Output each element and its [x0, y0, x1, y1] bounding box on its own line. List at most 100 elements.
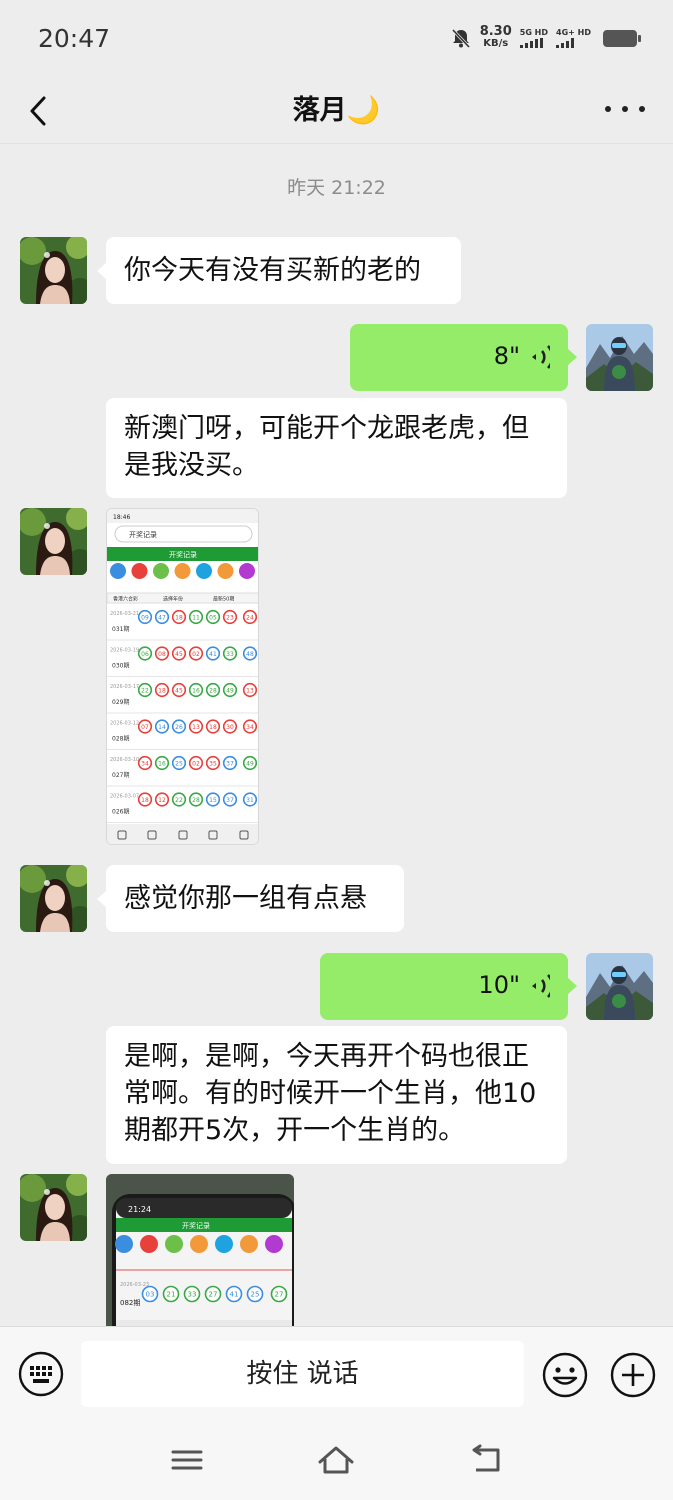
status-bar: 20:47 8.30 KB/s 5G HD 4G+ HD: [0, 0, 673, 78]
outgoing-voice-message[interactable]: 10": [320, 953, 577, 1020]
shot-ball-number: 16: [158, 760, 166, 767]
shot-ball-number: 07: [141, 724, 149, 731]
shot-ball-number: 31: [246, 797, 254, 804]
shot-row-issue: 027期: [112, 771, 129, 779]
shot-ball-number: 34: [246, 724, 254, 731]
my-avatar-image: [586, 324, 653, 391]
shot-ball-number: 23: [226, 614, 234, 621]
shot-ball-number: 34: [141, 760, 149, 767]
shot-menu-icon: [131, 563, 148, 579]
photo-menu-icon: [140, 1235, 158, 1253]
shot-ball-number: 41: [209, 651, 217, 658]
status-icons: 8.30 KB/s 5G HD 4G+ HD: [450, 25, 641, 50]
photo-menu-icon: [240, 1235, 258, 1253]
transcript-text: 是啊，是啊，今天再开个码也很正常啊。有的时候开一个生肖，他10期都开5次，开一个…: [124, 1041, 537, 1146]
shot-ball-number: 26: [175, 724, 183, 731]
voice-wave-icon: [532, 344, 550, 369]
outgoing-voice-message[interactable]: 8": [350, 324, 577, 391]
sim1-label: 5G HD: [519, 28, 549, 37]
transcript-text: 新澳门呀，可能开个龙跟老虎，但是我没买。: [124, 413, 529, 481]
shot-row-date: 2026-03-17: [110, 684, 139, 690]
shot-ball-number: 45: [175, 687, 183, 694]
contact-avatar[interactable]: [20, 508, 87, 575]
back-nav-button[interactable]: [466, 1442, 506, 1478]
recent-apps-button[interactable]: [167, 1442, 207, 1478]
back-nav-icon: [472, 1444, 500, 1472]
more-functions-button[interactable]: [609, 1351, 657, 1399]
shot-ball-number: 30: [226, 724, 234, 731]
incoming-message[interactable]: 感觉你那一组有点悬: [97, 865, 404, 932]
photo-menu-icon: [215, 1235, 233, 1253]
shot-ball-number: 18: [175, 614, 183, 621]
shot-ball-number: 02: [192, 760, 200, 767]
photo-title: 开奖记录: [182, 1221, 210, 1230]
net-speed-unit: KB/s: [483, 38, 509, 49]
more-button[interactable]: [605, 94, 645, 124]
shot-row-date: 2026-03-19: [110, 648, 139, 654]
contact-avatar[interactable]: [20, 237, 87, 304]
voice-wave-icon: [532, 973, 550, 998]
contact-avatar[interactable]: [20, 865, 87, 932]
my-avatar[interactable]: [586, 953, 653, 1020]
hold-to-talk-button[interactable]: 按住 说话: [81, 1341, 524, 1407]
voice-transcript[interactable]: 是啊，是啊，今天再开个码也很正常啊。有的时候开一个生肖，他10期都开5次，开一个…: [106, 1026, 567, 1164]
shot-title: 开奖记录: [169, 550, 197, 559]
shot-ball-number: 13: [192, 724, 200, 731]
image-message-phone-photo[interactable]: 21:24 开奖记录 2026-03-23 082期 03 21 33 27 41 25 27: [106, 1174, 294, 1326]
shot-ball-number: 09: [141, 614, 149, 621]
shot-ball-number: 24: [246, 614, 254, 621]
voice-row: 8": [368, 338, 550, 375]
mute-bell-icon: [451, 28, 470, 49]
shot-row-date: 2026-03-21: [110, 611, 139, 617]
voice-row: 10": [338, 967, 550, 1004]
emoji-icon: [542, 1352, 588, 1398]
more-dot: [639, 106, 645, 112]
my-avatar[interactable]: [586, 324, 653, 391]
contact-avatar[interactable]: [20, 1174, 87, 1241]
shot-menu-icon: [217, 563, 234, 579]
photo-ball-number: 27: [209, 1291, 218, 1299]
shot-ball-number: 13: [246, 687, 254, 694]
shot-ball-number: 45: [175, 651, 183, 658]
voice-transcript[interactable]: 新澳门呀，可能开个龙跟老虎，但是我没买。: [106, 398, 567, 498]
shot-row-issue: 030期: [112, 662, 129, 670]
home-button[interactable]: [316, 1442, 356, 1478]
shot-ball-number: 18: [158, 687, 166, 694]
shot-bottom-nav: [107, 824, 258, 844]
my-avatar-image: [586, 953, 653, 1020]
shot-ball-number: 14: [158, 724, 166, 731]
emoji-button[interactable]: [541, 1351, 589, 1399]
battery-icon: [603, 29, 641, 47]
shot-menu-icon: [239, 563, 255, 579]
plus-icon: [610, 1352, 656, 1398]
contact-avatar-image: [20, 865, 87, 932]
contact-avatar-image: [20, 508, 87, 575]
image-message-lottery-screenshot[interactable]: 18:46 开奖记录 开奖记录 香港六合彩 选择年份 最新50期 2026-03-21 031…: [106, 508, 259, 845]
message-text: 你今天有没有买新的老的: [124, 255, 421, 286]
more-dot: [622, 106, 628, 112]
shot-menu-icon: [110, 563, 126, 579]
chat-title: 落月🌙: [292, 95, 381, 126]
shot-search-text: 开奖记录: [129, 530, 157, 539]
home-icon: [318, 1446, 354, 1474]
chat-area[interactable]: 昨天 21:22 你今天有没有买新的老的 8" 新澳门呀，可能开个龙跟老虎，但是…: [0, 145, 673, 1326]
more-dots-icon: [605, 106, 611, 112]
photo-time: 21:24: [128, 1205, 151, 1214]
shot-filter: 选择年份: [163, 596, 183, 603]
shot-time: 18:46: [113, 514, 130, 521]
incoming-message[interactable]: 你今天有没有买新的老的: [97, 237, 461, 304]
shot-ball-number: 47: [158, 614, 166, 621]
shot-ball-number: 18: [141, 797, 149, 804]
system-navigation-bar: [0, 1424, 673, 1500]
shot-ball-number: 08: [158, 651, 166, 658]
shot-ball-number: 16: [192, 687, 200, 694]
sim2-label: 4G+ HD: [556, 28, 591, 37]
shot-ball-number: 25: [175, 760, 183, 767]
keyboard-toggle-button[interactable]: [18, 1351, 64, 1397]
photo-issue: 082期: [120, 1299, 140, 1307]
shot-ball-number: 22: [175, 797, 183, 804]
keyboard-icon: [18, 1351, 64, 1397]
photo-ball-number: 25: [251, 1291, 260, 1299]
shot-ball-number: 11: [192, 614, 200, 621]
shot-menu-icon: [196, 563, 212, 579]
